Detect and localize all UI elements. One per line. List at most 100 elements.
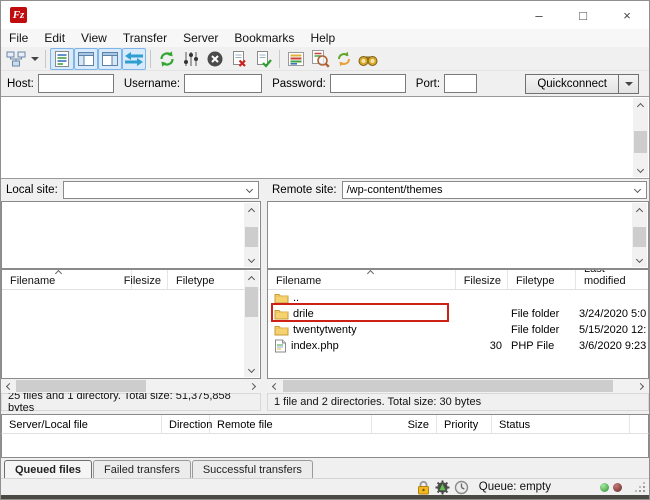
- queue-column-direction[interactable]: Direction: [162, 415, 210, 433]
- transfer-queue-list[interactable]: [1, 434, 649, 458]
- username-label: Username:: [124, 78, 180, 90]
- scroll-up-icon[interactable]: [632, 203, 647, 217]
- scroll-down-icon[interactable]: [632, 253, 647, 267]
- toolbar-separator: [279, 50, 280, 68]
- scroll-thumb[interactable]: [283, 380, 613, 392]
- site-manager-icon[interactable]: [4, 48, 28, 70]
- menu-item-edit[interactable]: Edit: [36, 29, 73, 47]
- menu-item-file[interactable]: File: [1, 29, 36, 47]
- local-file-list[interactable]: Filename Filesize Filetype: [1, 269, 261, 379]
- remote-tree-scrollbar[interactable]: [632, 203, 647, 267]
- process-queue-icon[interactable]: [179, 48, 203, 70]
- local-list-scrollbar[interactable]: [244, 271, 259, 377]
- scroll-thumb[interactable]: [245, 227, 258, 247]
- message-log-scrollbar[interactable]: [633, 98, 648, 177]
- scroll-right-icon[interactable]: [246, 379, 261, 393]
- scroll-thumb[interactable]: [245, 287, 258, 317]
- close-button[interactable]: ×: [605, 1, 649, 29]
- file-row-twentytwenty[interactable]: twentytwenty File folder 5/15/2020 12:: [268, 322, 648, 338]
- status-bar: Queue: empty: [1, 478, 649, 495]
- column-header-filename[interactable]: Filename: [2, 270, 132, 289]
- resize-grip[interactable]: [634, 481, 646, 493]
- site-manager-dropdown-icon[interactable]: [28, 48, 41, 70]
- column-header-filetype[interactable]: Filetype: [508, 270, 576, 289]
- local-tree-scrollbar[interactable]: [244, 203, 259, 267]
- file-modified: 5/15/2020 12:: [576, 324, 648, 336]
- scroll-thumb[interactable]: [634, 131, 647, 153]
- synchronized-browsing-icon[interactable]: [332, 48, 356, 70]
- column-header-last-modified[interactable]: Last modified: [576, 270, 648, 289]
- tab-queued-files[interactable]: Queued files: [4, 460, 92, 478]
- reconnect-icon[interactable]: [251, 48, 275, 70]
- maximize-button[interactable]: □: [561, 1, 605, 29]
- file-row-parent-dir[interactable]: ..: [268, 290, 648, 306]
- disconnect-icon[interactable]: [227, 48, 251, 70]
- filezilla-logo-icon: Fz: [10, 7, 27, 23]
- folder-icon: [274, 324, 289, 336]
- scroll-thumb[interactable]: [633, 227, 646, 247]
- menu-item-help[interactable]: Help: [302, 29, 343, 47]
- menu-item-transfer[interactable]: Transfer: [115, 29, 175, 47]
- window-controls: – □ ×: [517, 1, 649, 29]
- queue-tabs: Queued files Failed transfers Successful…: [1, 458, 649, 478]
- queue-column-priority[interactable]: Priority: [437, 415, 492, 433]
- username-input[interactable]: [184, 74, 262, 93]
- settings-gear-icon[interactable]: [435, 480, 450, 495]
- scroll-left-icon[interactable]: [1, 379, 16, 393]
- remote-file-list[interactable]: Filename Filesize Filetype Last modified…: [267, 269, 649, 379]
- file-row-index-php[interactable]: index.php 30 PHP File 3/6/2020 9:23: [268, 338, 648, 354]
- encryption-lock-icon[interactable]: [416, 480, 431, 495]
- file-row-drile[interactable]: drile File folder 3/24/2020 5:0: [268, 306, 648, 322]
- scroll-down-icon[interactable]: [633, 163, 648, 177]
- menu-item-bookmarks[interactable]: Bookmarks: [226, 29, 302, 47]
- find-files-icon[interactable]: [356, 48, 380, 70]
- queue-column-size[interactable]: Size: [372, 415, 437, 433]
- column-header-filesize[interactable]: Filesize: [456, 270, 508, 289]
- cancel-icon[interactable]: [203, 48, 227, 70]
- scroll-down-icon[interactable]: [244, 363, 259, 377]
- scroll-left-icon[interactable]: [267, 379, 282, 393]
- menu-item-view[interactable]: View: [73, 29, 115, 47]
- port-input[interactable]: [444, 74, 477, 93]
- menu-item-server[interactable]: Server: [175, 29, 226, 47]
- remote-list-hscrollbar[interactable]: [267, 379, 649, 393]
- local-list-hscrollbar[interactable]: [1, 379, 261, 393]
- speed-limit-clock-icon[interactable]: [454, 480, 469, 495]
- password-input[interactable]: [330, 74, 406, 93]
- toggle-local-tree-icon[interactable]: [74, 48, 98, 70]
- directory-trees: [1, 201, 649, 269]
- quickconnect-button[interactable]: Quickconnect: [525, 74, 619, 94]
- column-header-filesize[interactable]: Filesize: [132, 270, 168, 289]
- toggle-message-log-icon[interactable]: [50, 48, 74, 70]
- scroll-thumb[interactable]: [16, 380, 146, 392]
- scroll-right-icon[interactable]: [634, 379, 649, 393]
- remote-site-combobox[interactable]: /wp-content/themes: [342, 181, 647, 199]
- directory-comparison-icon[interactable]: [308, 48, 332, 70]
- tab-failed-transfers[interactable]: Failed transfers: [93, 460, 191, 478]
- scroll-up-icon[interactable]: [244, 203, 259, 217]
- queue-status-text: Queue: empty: [479, 481, 551, 493]
- queue-column-status[interactable]: Status: [492, 415, 630, 433]
- quickconnect-dropdown-icon[interactable]: [619, 74, 639, 94]
- refresh-icon[interactable]: [155, 48, 179, 70]
- minimize-button[interactable]: –: [517, 1, 561, 29]
- tab-successful-transfers[interactable]: Successful transfers: [192, 460, 313, 478]
- folder-icon: [274, 308, 289, 320]
- toggle-transfer-queue-icon[interactable]: [122, 48, 146, 70]
- toggle-remote-tree-icon[interactable]: [98, 48, 122, 70]
- local-directory-tree[interactable]: [1, 201, 261, 269]
- menu-bar: File Edit View Transfer Server Bookmarks…: [1, 29, 649, 47]
- scroll-down-icon[interactable]: [244, 253, 259, 267]
- column-header-filename[interactable]: Filename: [268, 270, 456, 289]
- local-site-combobox[interactable]: [63, 181, 259, 199]
- queue-column-remote-file[interactable]: Remote file: [210, 415, 372, 433]
- directory-listing-filters-icon[interactable]: [284, 48, 308, 70]
- combo-chevron-icon: [246, 185, 253, 192]
- queue-column-server-local-file[interactable]: Server/Local file: [2, 415, 162, 433]
- file-name: index.php: [291, 340, 339, 352]
- column-header-filetype[interactable]: Filetype: [168, 270, 246, 289]
- remote-directory-tree[interactable]: [267, 201, 649, 269]
- host-input[interactable]: [38, 74, 114, 93]
- scroll-up-icon[interactable]: [244, 271, 259, 285]
- scroll-up-icon[interactable]: [633, 98, 648, 112]
